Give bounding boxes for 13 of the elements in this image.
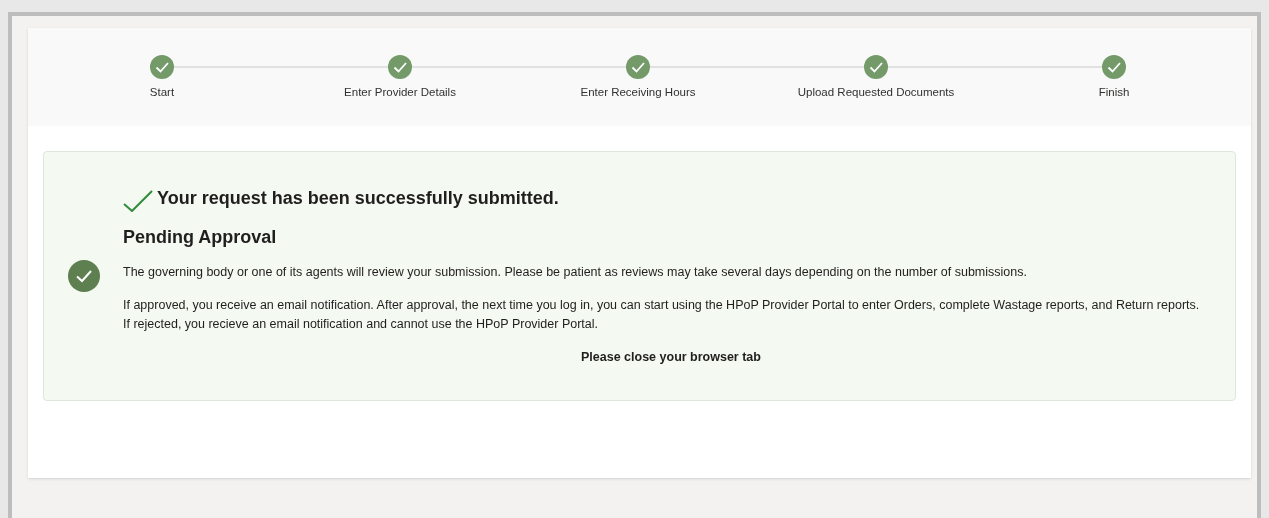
step-label: Upload Requested Documents [797, 85, 955, 100]
info-paragraph: If approved, you receive an email notification. After approval, the next time you log in, you can start using the HPoP Provider Portal to enter Orders, complete Wastage reports, and Return reports. [123, 297, 1201, 315]
step-label: Enter Provider Details [344, 85, 456, 100]
checkmark-icon [123, 190, 153, 213]
success-title: Your request has been successfully submitted. [157, 187, 559, 211]
closing-note: Please close your browser tab [581, 349, 761, 367]
step-label: Enter Receiving Hours [580, 85, 696, 100]
check-circle-icon [67, 260, 100, 292]
info-paragraph: The governing body or one of its agents will review your submission. Please be patient as reviews may take several days depending on the number of submissions. [123, 264, 1028, 282]
info-paragraph: If rejected, you recieve an email notification and cannot use the HPoP Provider Portal. [123, 316, 600, 334]
step-label: Start [149, 85, 175, 100]
section-heading: Pending Approval [123, 226, 278, 250]
step-label: Finish [1098, 85, 1130, 100]
